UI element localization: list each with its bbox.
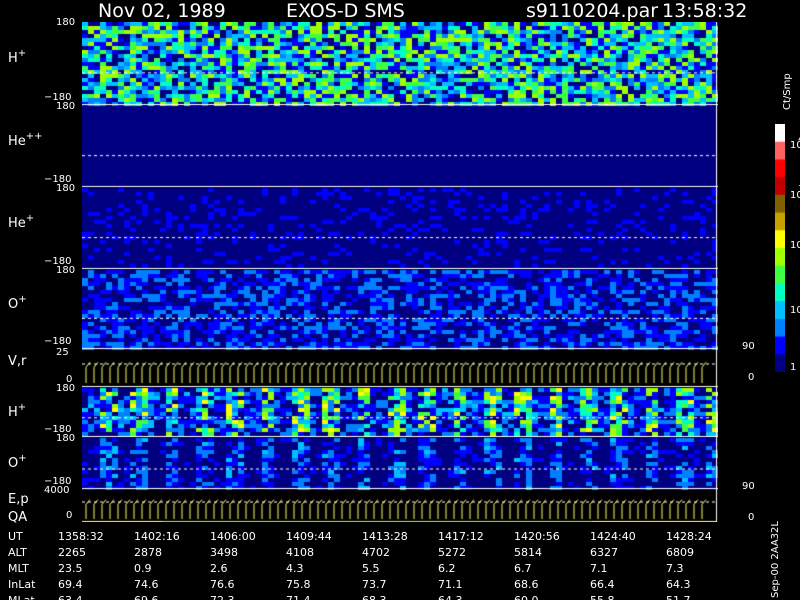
panel-charge-oplus-bottom: + xyxy=(18,452,27,464)
table-row-label-2: MLT xyxy=(8,562,29,575)
table-cell-6-0: 1420:56 xyxy=(514,530,560,543)
panel-charge-hplus-bottom: + xyxy=(17,401,27,413)
panel-ytop-heplusplus: 180 xyxy=(56,101,76,112)
right-axis-0-b: 0 xyxy=(748,512,755,523)
panel-ion-oplus-bottom: O xyxy=(8,455,19,471)
panel-ion-vr: V,r xyxy=(8,354,27,369)
panel-ytop-heplus: 180 xyxy=(56,183,76,194)
table-cell-3-2: 4.3 xyxy=(286,562,304,575)
table-cell-5-3: 71.1 xyxy=(438,578,463,591)
table-row-label-1: ALT xyxy=(8,546,27,559)
footer-vertical: Sep-00 2AA32L xyxy=(770,521,781,598)
qa-label: QA xyxy=(8,510,28,525)
colorbar-tick-2: 100 xyxy=(790,240,800,251)
header-instrument: EXOS-D SMS xyxy=(286,0,405,22)
spectrogram-canvas xyxy=(82,22,718,522)
header-date: Nov 02, 1989 xyxy=(98,0,226,22)
table-cell-2-3: 76.6 xyxy=(210,578,235,591)
table-cell-1-0: 1402:16 xyxy=(134,530,180,543)
table-cell-4-1: 4702 xyxy=(362,546,390,559)
panel-label-oplus-bottom: O+ xyxy=(8,452,27,471)
table-cell-3-0: 1409:44 xyxy=(286,530,332,543)
colorbar-tick-0: 1 xyxy=(790,362,797,373)
table-cell-2-2: 2.6 xyxy=(210,562,228,575)
panel-ytop-hplus-top: 180 xyxy=(56,17,76,28)
panel-label-heplus: He+ xyxy=(8,213,35,231)
table-cell-0-4: 63.4 xyxy=(58,594,83,600)
panel-label-hplus-bottom: H+ xyxy=(8,401,27,420)
table-cell-4-0: 1413:28 xyxy=(362,530,408,543)
table-cell-2-0: 1406:00 xyxy=(210,530,256,543)
panel-label-ep: E,p xyxy=(8,492,29,507)
right-axis-90-b: 90 xyxy=(742,481,755,492)
table-cell-2-1: 3498 xyxy=(210,546,238,559)
panel-charge-oplus-top: + xyxy=(18,294,27,306)
panel-ytop-ep: 4000 xyxy=(44,485,70,496)
table-cell-0-2: 23.5 xyxy=(58,562,83,575)
panel-ytop-vr: 25 xyxy=(56,347,69,358)
panel-ybot-oplus-top: −180 xyxy=(44,336,72,347)
table-cell-5-1: 5272 xyxy=(438,546,466,559)
panel-ion-oplus-top: O xyxy=(8,297,19,313)
header-clock: 13:58:32 xyxy=(662,0,748,22)
table-cell-1-1: 2878 xyxy=(134,546,162,559)
table-cell-2-4: 72.3 xyxy=(210,594,235,600)
table-cell-7-3: 66.4 xyxy=(590,578,615,591)
table-cell-5-0: 1417:12 xyxy=(438,530,484,543)
table-row-label-4: MLat xyxy=(8,594,35,600)
table-cell-1-4: 69.6 xyxy=(134,594,159,600)
table-cell-8-2: 7.3 xyxy=(666,562,684,575)
table-cell-5-2: 6.2 xyxy=(438,562,456,575)
table-cell-7-0: 1424:40 xyxy=(590,530,636,543)
table-cell-0-1: 2265 xyxy=(58,546,86,559)
panel-label-vr: V,r xyxy=(8,354,26,369)
table-cell-7-1: 6327 xyxy=(590,546,618,559)
table-cell-3-3: 75.8 xyxy=(286,578,311,591)
panel-ion-ep: E,p xyxy=(8,492,29,507)
panel-ion-heplusplus: He xyxy=(8,134,26,149)
table-cell-6-3: 68.6 xyxy=(514,578,539,591)
table-cell-3-4: 71.4 xyxy=(286,594,311,600)
table-cell-0-3: 69.4 xyxy=(58,578,83,591)
header-file: s9110204.par xyxy=(526,0,659,22)
panel-ion-hplus-bottom: H xyxy=(8,404,18,420)
right-axis-90-a: 90 xyxy=(742,341,755,352)
table-cell-6-2: 6.7 xyxy=(514,562,532,575)
right-axis-0-a: 0 xyxy=(748,372,755,383)
panel-charge-hplus-top: + xyxy=(17,47,27,59)
table-cell-3-1: 4108 xyxy=(286,546,314,559)
colorbar xyxy=(775,124,785,372)
panel-label-oplus-top: O+ xyxy=(8,294,27,313)
table-cell-8-4: 51.7 xyxy=(666,594,691,600)
panel-ytop-oplus-top: 180 xyxy=(56,265,76,276)
table-cell-5-4: 64.3 xyxy=(438,594,463,600)
table-cell-1-3: 74.6 xyxy=(134,578,159,591)
table-cell-4-3: 73.7 xyxy=(362,578,387,591)
colorbar-unit: Ct/Smp xyxy=(782,73,793,110)
table-cell-4-4: 68.3 xyxy=(362,594,387,600)
panel-ion-hplus-top: H xyxy=(8,50,18,66)
table-row-label-0: UT xyxy=(8,530,23,543)
table-cell-7-2: 7.1 xyxy=(590,562,608,575)
table-cell-4-2: 5.5 xyxy=(362,562,380,575)
table-cell-7-4: 55.8 xyxy=(590,594,615,600)
plot-screen: Nov 02, 1989 EXOS-D SMS s9110204.par 13:… xyxy=(0,0,800,600)
table-cell-8-3: 64.3 xyxy=(666,578,691,591)
table-cell-8-1: 6809 xyxy=(666,546,694,559)
table-cell-1-2: 0.9 xyxy=(134,562,152,575)
panel-charge-heplusplus: ++ xyxy=(25,131,43,142)
table-cell-6-4: 60.0 xyxy=(514,594,539,600)
panel-label-hplus-top: H+ xyxy=(8,47,27,66)
panel-label-heplusplus: He++ xyxy=(8,131,43,149)
table-cell-8-0: 1428:24 xyxy=(666,530,712,543)
table-cell-0-0: 1358:32 xyxy=(58,530,104,543)
panel-ytop-hplus-bottom: 180 xyxy=(56,383,76,394)
panel-ytop-oplus-bottom: 180 xyxy=(56,433,76,444)
table-cell-6-1: 5814 xyxy=(514,546,542,559)
panel-ion-heplus: He xyxy=(8,216,26,231)
panel-charge-heplus: + xyxy=(25,213,35,224)
colorbar-tick-1: 10 xyxy=(790,305,800,316)
table-row-label-3: InLat xyxy=(8,578,36,591)
panel-ybot-ep: 0 xyxy=(66,510,73,521)
